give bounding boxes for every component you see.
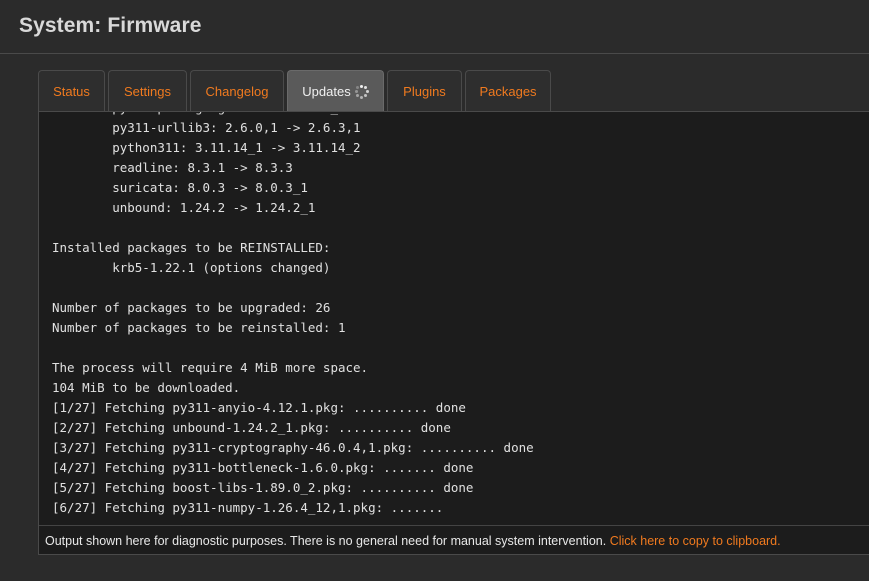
tab-changelog[interactable]: Changelog <box>190 70 284 112</box>
tab-label: Packages <box>479 84 537 99</box>
updates-panel: py311-packaging: 25.0 -> 25.0_1 py311-ur… <box>38 111 869 555</box>
copy-to-clipboard-link[interactable]: Click here to copy to clipboard. <box>610 534 781 548</box>
tab-plugins[interactable]: Plugins <box>387 70 462 112</box>
tab-updates[interactable]: Updates <box>287 70 384 112</box>
console-text: py311-packaging: 25.0 -> 25.0_1 py311-ur… <box>52 112 534 515</box>
tab-packages[interactable]: Packages <box>465 70 551 112</box>
console-output[interactable]: py311-packaging: 25.0 -> 25.0_1 py311-ur… <box>39 112 869 525</box>
diagnostic-note: Output shown here for diagnostic purpose… <box>45 534 607 548</box>
tab-label: Settings <box>124 84 171 99</box>
tab-settings[interactable]: Settings <box>108 70 187 112</box>
loading-spinner-icon <box>354 84 369 99</box>
diagnostic-footer: Output shown here for diagnostic purpose… <box>39 525 869 554</box>
tab-label: Status <box>53 84 90 99</box>
page-title: System: Firmware <box>19 14 202 37</box>
page-header: System: Firmware <box>0 0 869 54</box>
tab-bar: Status Settings Changelog Updates Plugin… <box>38 70 554 112</box>
tab-label: Plugins <box>403 84 446 99</box>
tab-label: Changelog <box>205 84 269 99</box>
tab-label: Updates <box>302 84 351 99</box>
tab-status[interactable]: Status <box>38 70 105 112</box>
